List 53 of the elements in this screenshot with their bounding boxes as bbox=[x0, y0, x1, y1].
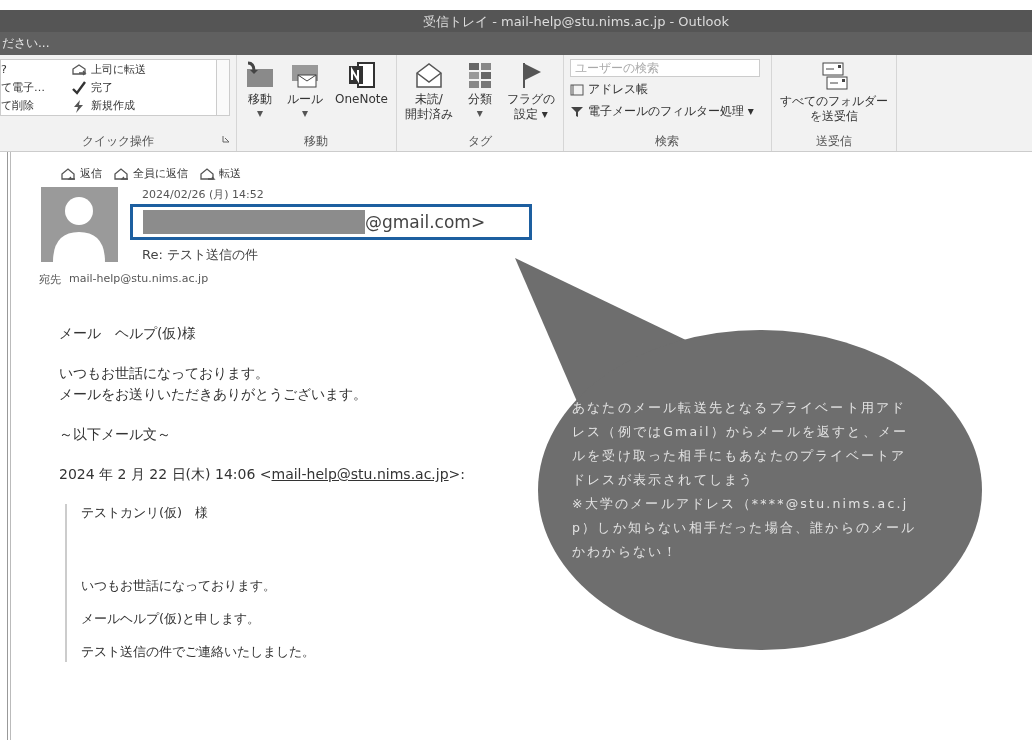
quick-step-item[interactable]: ? bbox=[1, 62, 71, 77]
quoted-line: いつもお世話になっております。 bbox=[81, 577, 276, 596]
caret-text: ▾ bbox=[257, 107, 263, 120]
notebook-icon bbox=[346, 61, 377, 89]
check-icon bbox=[71, 80, 87, 95]
body-line: いつもお世話になっております。 bbox=[59, 364, 269, 384]
body-line: ～以下メール文～ bbox=[59, 424, 171, 444]
launcher-icon bbox=[222, 135, 230, 143]
tell-me-field[interactable]: ださい... bbox=[2, 35, 50, 52]
subject-text: Re: テスト送信の件 bbox=[142, 246, 259, 264]
quote-header: 2024 年 2 月 22 日(木) 14:06 <mail-help@stu.nims.ac.jp>: bbox=[59, 465, 466, 485]
group-label: 検索 bbox=[655, 133, 680, 150]
action-button[interactable]: 返信 bbox=[59, 166, 102, 181]
quoted-line: テスト送信の件でご連絡いたしました。 bbox=[81, 643, 315, 661]
ribbon-button[interactable]: 電子メールのフィルター処理 ▾ bbox=[569, 102, 765, 121]
group-label: タグ bbox=[467, 133, 492, 150]
search-people-field[interactable]: ユーザーの検索 bbox=[569, 59, 760, 77]
email-link[interactable]: mail-help@stu.nims.ac.jp bbox=[271, 466, 449, 483]
to-label: 宛先 bbox=[39, 272, 61, 287]
filter-icon bbox=[569, 105, 584, 118]
window-title: 受信トレイ - mail-help@stu.nims.ac.jp - Outlook bbox=[422, 13, 729, 31]
greeting-text: メール ヘルプ(仮)様 bbox=[59, 324, 196, 343]
sender-address: @gmail.com> bbox=[365, 212, 486, 232]
quoted-line: メールヘルプ(仮)と申します。 bbox=[81, 610, 261, 629]
book-icon bbox=[569, 83, 584, 96]
quick-step-item[interactable]: て削除 bbox=[1, 98, 71, 113]
ribbon-button[interactable]: OneNote bbox=[333, 59, 390, 109]
ribbon-button[interactable]: フラグの 設定 ▾ bbox=[504, 59, 557, 124]
action-button[interactable]: 全員に返信 bbox=[112, 166, 188, 181]
date-text: 2024/02/26 (月) 14:52 bbox=[142, 187, 265, 202]
quick-step-item[interactable]: 完了 bbox=[71, 80, 201, 95]
ribbon-button[interactable]: すべてのフォルダー を送受信 bbox=[777, 59, 890, 126]
quick-step-item[interactable]: 新規作成 bbox=[71, 98, 201, 113]
quick-step-item[interactable]: 上司に転送 bbox=[71, 62, 201, 77]
action-button[interactable]: 転送 bbox=[198, 166, 241, 181]
group-label: 移動 bbox=[304, 133, 329, 150]
ribbon-button[interactable]: 分類 ▾ bbox=[462, 59, 497, 122]
callout-text: あなたのメール転送先となるプライベート用アドレス（例ではGmail）からメールを返すと、メールを受け取った相手にもあなたのプライベートアドレスが表示されてしまう ※大学のメールアドレス（****@stu.nims.ac.jp）しか知らない相手だった場合、誰からのメールかわからない！ bbox=[572, 399, 917, 561]
folder-arrow-icon bbox=[245, 61, 275, 89]
recipient-address: mail-help@stu.nims.ac.jp bbox=[69, 272, 209, 287]
ribbon-button[interactable]: 未読/ 開封済み bbox=[402, 59, 455, 124]
group-label: クイック操作 bbox=[82, 133, 154, 150]
ribbon-button[interactable]: アドレス帳 bbox=[569, 80, 765, 99]
caret-text: ▾ bbox=[476, 107, 483, 120]
ribbon-button[interactable]: 移動 ▾ bbox=[243, 59, 277, 122]
gallery-scrollbar[interactable] bbox=[217, 59, 230, 116]
quoted-line: テストカンリ(仮) 様 bbox=[81, 504, 209, 523]
caret-text: ▾ bbox=[302, 107, 308, 120]
quick-step-item[interactable]: て電子… bbox=[1, 80, 71, 95]
envelope-open-icon bbox=[413, 61, 444, 89]
group-label: 送受信 bbox=[815, 133, 852, 150]
ribbon-button[interactable]: ルール ▾ bbox=[285, 59, 325, 122]
body-line: メールをお送りいただきありがとうございます。 bbox=[59, 384, 367, 404]
